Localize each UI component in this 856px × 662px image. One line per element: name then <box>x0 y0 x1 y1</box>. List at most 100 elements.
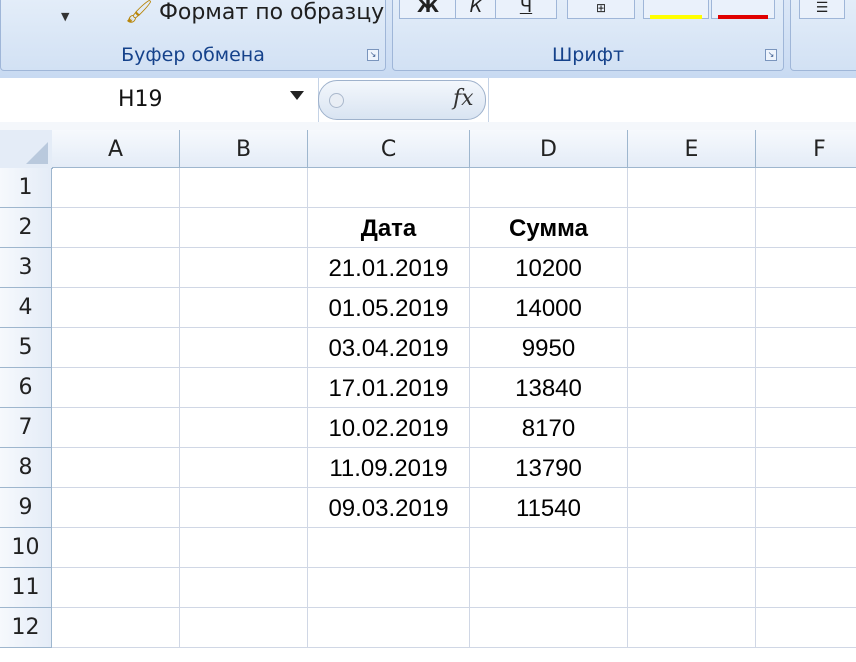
row-header-6[interactable]: 6 <box>0 368 52 408</box>
paste-dropdown-arrow-icon[interactable]: ▼ <box>61 10 69 23</box>
cell-f7[interactable] <box>756 408 856 448</box>
column-header-a[interactable]: A <box>52 130 180 168</box>
clipboard-dialog-launcher-icon[interactable]: ↘ <box>367 49 379 61</box>
row-header-3[interactable]: 3 <box>0 248 52 288</box>
row-header-7[interactable]: 7 <box>0 408 52 448</box>
cell-a11[interactable] <box>52 568 180 608</box>
row-header-2[interactable]: 2 <box>0 208 52 248</box>
splitter-handle-icon[interactable] <box>329 93 344 108</box>
name-box[interactable]: H19 <box>0 78 319 122</box>
cell-b12[interactable] <box>180 608 308 648</box>
cell-d2-sum-header[interactable]: Сумма <box>470 208 628 248</box>
cell-f6[interactable] <box>756 368 856 408</box>
cell-f12[interactable] <box>756 608 856 648</box>
column-header-d[interactable]: D <box>470 130 628 168</box>
format-painter-button[interactable]: 🖌 Формат по образцу <box>125 0 384 25</box>
cell-c12[interactable] <box>308 608 470 648</box>
column-header-c[interactable]: C <box>308 130 470 168</box>
cell-b7[interactable] <box>180 408 308 448</box>
cell-f1[interactable] <box>756 168 856 208</box>
row-header-4[interactable]: 4 <box>0 288 52 328</box>
cell-b5[interactable] <box>180 328 308 368</box>
cell-b4[interactable] <box>180 288 308 328</box>
row-header-9[interactable]: 9 <box>0 488 52 528</box>
cell-f10[interactable] <box>756 528 856 568</box>
cell-c5[interactable]: 03.04.2019 <box>308 328 470 368</box>
font-color-button[interactable] <box>711 0 775 19</box>
cell-a5[interactable] <box>52 328 180 368</box>
italic-button[interactable]: К <box>455 0 497 19</box>
cell-b10[interactable] <box>180 528 308 568</box>
insert-function-button[interactable]: fx <box>453 86 474 111</box>
fill-color-button[interactable] <box>643 0 709 19</box>
cell-d10[interactable] <box>470 528 628 568</box>
cell-c8[interactable]: 11.09.2019 <box>308 448 470 488</box>
cell-a4[interactable] <box>52 288 180 328</box>
cell-d5[interactable]: 9950 <box>470 328 628 368</box>
cell-c7[interactable]: 10.02.2019 <box>308 408 470 448</box>
row-header-5[interactable]: 5 <box>0 328 52 368</box>
cell-c11[interactable] <box>308 568 470 608</box>
cell-a3[interactable] <box>52 248 180 288</box>
cell-c2-date-header[interactable]: Дата <box>308 208 470 248</box>
cell-e8[interactable] <box>628 448 756 488</box>
cell-c10[interactable] <box>308 528 470 568</box>
cell-d3[interactable]: 10200 <box>470 248 628 288</box>
font-dialog-launcher-icon[interactable]: ↘ <box>765 49 777 61</box>
cell-d9[interactable]: 11540 <box>470 488 628 528</box>
cell-a10[interactable] <box>52 528 180 568</box>
cell-e6[interactable] <box>628 368 756 408</box>
cell-c4[interactable]: 01.05.2019 <box>308 288 470 328</box>
cell-a12[interactable] <box>52 608 180 648</box>
cell-f9[interactable] <box>756 488 856 528</box>
cell-e11[interactable] <box>628 568 756 608</box>
select-all-button[interactable] <box>0 130 53 169</box>
underline-button[interactable]: Ч <box>495 0 557 19</box>
cell-e3[interactable] <box>628 248 756 288</box>
cell-c1[interactable] <box>308 168 470 208</box>
cell-c6[interactable]: 17.01.2019 <box>308 368 470 408</box>
cell-e2[interactable] <box>628 208 756 248</box>
row-header-1[interactable]: 1 <box>0 168 52 208</box>
row-header-12[interactable]: 12 <box>0 608 52 648</box>
row-header-10[interactable]: 10 <box>0 528 52 568</box>
cell-e7[interactable] <box>628 408 756 448</box>
cell-f5[interactable] <box>756 328 856 368</box>
cell-d4[interactable]: 14000 <box>470 288 628 328</box>
cell-a6[interactable] <box>52 368 180 408</box>
cell-b11[interactable] <box>180 568 308 608</box>
align-left-button[interactable]: ☰ <box>799 0 845 19</box>
cell-a7[interactable] <box>52 408 180 448</box>
cell-f3[interactable] <box>756 248 856 288</box>
column-header-b[interactable]: B <box>180 130 308 168</box>
cell-c9[interactable]: 09.03.2019 <box>308 488 470 528</box>
name-box-dropdown-icon[interactable] <box>290 91 304 100</box>
cell-f2[interactable] <box>756 208 856 248</box>
name-box-value[interactable]: H19 <box>118 87 163 112</box>
cell-f4[interactable] <box>756 288 856 328</box>
row-header-8[interactable]: 8 <box>0 448 52 488</box>
cell-e1[interactable] <box>628 168 756 208</box>
column-header-e[interactable]: E <box>628 130 756 168</box>
cell-a9[interactable] <box>52 488 180 528</box>
cell-b2[interactable] <box>180 208 308 248</box>
borders-button[interactable]: ⊞ <box>567 0 635 19</box>
cell-e10[interactable] <box>628 528 756 568</box>
cell-d7[interactable]: 8170 <box>470 408 628 448</box>
cell-d11[interactable] <box>470 568 628 608</box>
formula-input[interactable] <box>488 78 856 122</box>
cell-e5[interactable] <box>628 328 756 368</box>
cell-f8[interactable] <box>756 448 856 488</box>
cell-d6[interactable]: 13840 <box>470 368 628 408</box>
row-header-11[interactable]: 11 <box>0 568 52 608</box>
cell-f11[interactable] <box>756 568 856 608</box>
cell-d8[interactable]: 13790 <box>470 448 628 488</box>
cell-b9[interactable] <box>180 488 308 528</box>
bold-button[interactable]: Ж <box>399 0 457 19</box>
cell-b8[interactable] <box>180 448 308 488</box>
cell-b1[interactable] <box>180 168 308 208</box>
cell-e12[interactable] <box>628 608 756 648</box>
cell-b6[interactable] <box>180 368 308 408</box>
column-header-f[interactable]: F <box>756 130 856 168</box>
cell-a2[interactable] <box>52 208 180 248</box>
